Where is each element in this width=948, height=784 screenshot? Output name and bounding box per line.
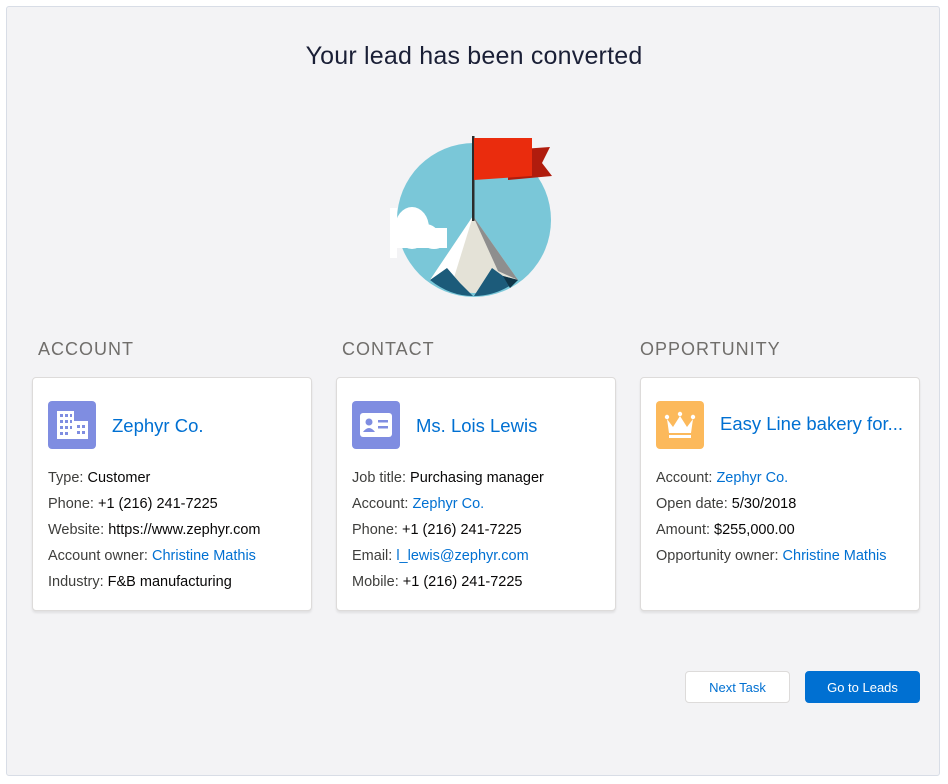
opportunity-name-link[interactable]: Easy Line bakery for... xyxy=(720,413,903,435)
account-phone-row: Phone: +1 (216) 241-7225 xyxy=(48,491,261,517)
contact-account-row: Account: Zephyr Co. xyxy=(352,491,544,517)
opportunity-fields: Account: Zephyr Co. Open date: 5/30/2018… xyxy=(656,465,887,569)
opportunity-card: Easy Line bakery for... Account: Zephyr … xyxy=(640,377,920,611)
crown-icon xyxy=(656,401,704,449)
field-label: Open date: xyxy=(656,496,732,512)
account-owner-link[interactable]: Christine Mathis xyxy=(152,548,256,564)
account-section-label: ACCOUNT xyxy=(38,339,134,359)
opportunity-account-row: Account: Zephyr Co. xyxy=(656,465,887,491)
contact-card: Ms. Lois Lewis Job title: Purchasing man… xyxy=(336,377,616,611)
opportunity-account-link[interactable]: Zephyr Co. xyxy=(716,470,788,486)
field-label: Job title: xyxy=(352,470,411,486)
contact-email-row: Email: l_lewis@zephyr.com xyxy=(352,543,544,569)
field-label: Industry: xyxy=(48,574,108,590)
contact-phone-value: +1 (216) 241-7225 xyxy=(402,522,522,538)
account-name-link[interactable]: Zephyr Co. xyxy=(112,415,204,437)
account-website-row: Website: https://www.zephyr.com xyxy=(48,517,261,543)
contact-mobile-row: Mobile: +1 (216) 241-7225 xyxy=(352,569,544,595)
opportunity-amount-row: Amount: $255,000.00 xyxy=(656,517,887,543)
opportunity-owner-row: Opportunity owner: Christine Mathis xyxy=(656,543,887,569)
field-label: Email: xyxy=(352,548,397,564)
opportunity-section-label: OPPORTUNITY xyxy=(640,339,781,359)
contact-mobile-value: +1 (216) 241-7225 xyxy=(402,574,523,590)
field-label: Website: xyxy=(48,522,109,538)
contact-fields: Job title: Purchasing manager Account: Z… xyxy=(352,465,544,595)
account-fields: Type: Customer Phone: +1 (216) 241-7225 … xyxy=(48,465,261,595)
field-label: Account owner: xyxy=(48,548,152,564)
account-type-row: Type: Customer xyxy=(48,465,261,491)
contact-section-label: CONTACT xyxy=(342,339,435,359)
field-label: Amount: xyxy=(656,522,715,538)
field-label: Opportunity owner: xyxy=(656,548,783,564)
contact-email-link[interactable]: l_lewis@zephyr.com xyxy=(396,548,528,564)
page-title: Your lead has been converted xyxy=(305,42,643,70)
opportunity-amount-value: $255,000.00 xyxy=(714,522,795,538)
field-label: Phone: xyxy=(352,522,402,538)
contact-account-link[interactable]: Zephyr Co. xyxy=(412,496,484,512)
opportunity-open-date-value: 5/30/2018 xyxy=(731,496,797,512)
field-label: Type: xyxy=(48,470,88,486)
field-label: Account: xyxy=(352,496,413,512)
contact-job-title-value: Purchasing manager xyxy=(410,470,544,486)
account-website-value: https://www.zephyr.com xyxy=(108,522,261,538)
building-icon xyxy=(48,401,96,449)
field-label: Account: xyxy=(656,470,717,486)
contact-name-link[interactable]: Ms. Lois Lewis xyxy=(416,415,537,437)
account-industry-row: Industry: F&B manufacturing xyxy=(48,569,261,595)
account-type-value: Customer xyxy=(87,470,151,486)
mountain-flag-illustration xyxy=(390,136,552,297)
account-owner-row: Account owner: Christine Mathis xyxy=(48,543,261,569)
field-label: Mobile: xyxy=(352,574,403,590)
go-to-leads-button[interactable]: Go to Leads xyxy=(805,671,920,703)
field-label: Phone: xyxy=(48,496,98,512)
contact-card-icon xyxy=(352,401,400,449)
account-industry-value: F&B manufacturing xyxy=(107,574,232,590)
account-phone-value: +1 (216) 241-7225 xyxy=(98,496,218,512)
opportunity-owner-link[interactable]: Christine Mathis xyxy=(783,548,887,564)
account-card: Zephyr Co. Type: Customer Phone: +1 (216… xyxy=(32,377,312,611)
contact-phone-row: Phone: +1 (216) 241-7225 xyxy=(352,517,544,543)
opportunity-open-date-row: Open date: 5/30/2018 xyxy=(656,491,887,517)
contact-job-title-row: Job title: Purchasing manager xyxy=(352,465,544,491)
next-task-button[interactable]: Next Task xyxy=(685,671,790,703)
